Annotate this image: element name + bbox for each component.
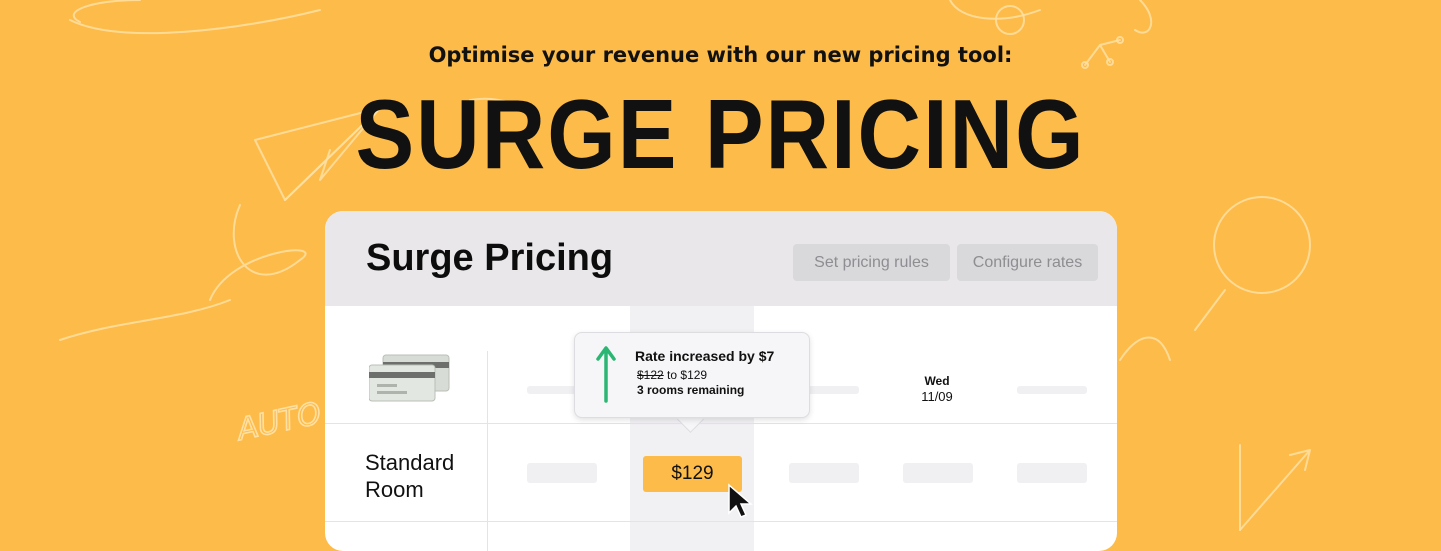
panel-title: Surge Pricing [366, 237, 614, 279]
rate-placeholder [903, 463, 973, 483]
up-arrow-icon [596, 346, 616, 403]
surge-pricing-panel: Surge Pricing Set pricing rules Configur… [325, 211, 1117, 551]
mouse-pointer-icon [728, 483, 754, 518]
set-pricing-rules-button[interactable]: Set pricing rules [793, 244, 950, 281]
svg-text:AUTO: AUTO [232, 396, 324, 448]
rate-placeholder [789, 463, 859, 483]
tagline: Optimise your revenue with our new prici… [428, 43, 1013, 67]
configure-rates-button[interactable]: Configure rates [957, 244, 1098, 281]
rooms-remaining: 3 rooms remaining [637, 383, 745, 397]
tooltip-rate-change: $122 to $129 [637, 368, 707, 382]
hero-title: SURGE PRICING [355, 78, 1086, 190]
rate-placeholder [527, 463, 597, 483]
date-placeholder [1017, 386, 1087, 394]
room-name: Standard Room [365, 450, 455, 502]
credit-cards-icon [369, 354, 450, 402]
tooltip-title: Rate increased by $7 [635, 348, 775, 364]
day-label: Wed [924, 374, 950, 388]
rate-placeholder [1017, 463, 1087, 483]
new-rate: to $129 [667, 368, 708, 382]
date-label: 11/09 [921, 389, 953, 404]
panel-header: Surge Pricing Set pricing rules Configur… [325, 211, 1117, 306]
row-divider [325, 521, 1117, 522]
row-divider [325, 423, 1117, 424]
old-rate: $122 [637, 368, 664, 382]
rate-change-tooltip: Rate increased by $7 $122 to $129 3 room… [574, 332, 810, 418]
